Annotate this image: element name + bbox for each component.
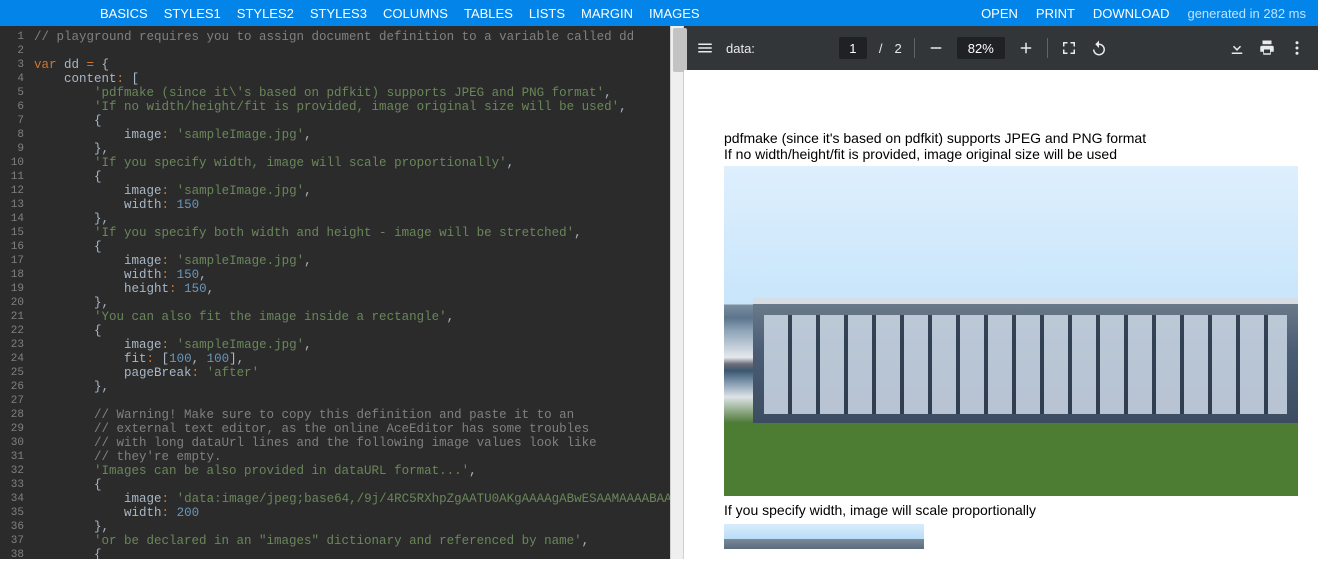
- tab-lists[interactable]: LISTS: [529, 6, 565, 21]
- pdf-text-line: If no width/height/fit is provided, imag…: [724, 146, 1298, 162]
- pdf-preview-pane: data: 1 / 2 82% pdfmake (since it's base…: [684, 26, 1318, 559]
- pdf-image-full: [724, 166, 1298, 496]
- page-current-input[interactable]: 1: [839, 37, 867, 59]
- fit-page-icon[interactable]: [1060, 39, 1078, 57]
- rotate-icon[interactable]: [1090, 39, 1108, 57]
- action-download[interactable]: DOWNLOAD: [1093, 6, 1170, 21]
- zoom-out-icon[interactable]: [927, 39, 945, 57]
- scrollbar-thumb[interactable]: [673, 28, 687, 72]
- pdf-filename: data:: [726, 41, 755, 56]
- code-area[interactable]: // playground requires you to assign doc…: [30, 26, 670, 559]
- line-gutter: 1234567891011121314151617181920212223242…: [0, 26, 30, 559]
- code-editor[interactable]: 1234567891011121314151617181920212223242…: [0, 26, 670, 559]
- pdf-text-line: pdfmake (since it's based on pdfkit) sup…: [724, 130, 1298, 146]
- action-open[interactable]: OPEN: [981, 6, 1018, 21]
- pdf-toolbar: data: 1 / 2 82%: [684, 26, 1318, 70]
- status-text: generated in 282 ms: [1187, 6, 1306, 21]
- page-separator: /: [879, 41, 883, 56]
- tab-tables[interactable]: TABLES: [464, 6, 513, 21]
- menu-icon[interactable]: [696, 39, 714, 57]
- pdf-image-scaled: [724, 524, 924, 549]
- top-nav-bar: BASICS STYLES1 STYLES2 STYLES3 COLUMNS TABLES…: [0, 0, 1318, 26]
- example-tabs: BASICS STYLES1 STYLES2 STYLES3 COLUMNS TABLES…: [0, 6, 700, 21]
- tab-styles3[interactable]: STYLES3: [310, 6, 367, 21]
- editor-scrollbar[interactable]: [670, 26, 684, 559]
- action-print[interactable]: PRINT: [1036, 6, 1075, 21]
- download-icon[interactable]: [1228, 39, 1246, 57]
- pdf-page-content[interactable]: pdfmake (since it's based on pdfkit) sup…: [684, 70, 1318, 559]
- more-icon[interactable]: [1288, 39, 1306, 57]
- print-icon[interactable]: [1258, 39, 1276, 57]
- tab-styles2[interactable]: STYLES2: [237, 6, 294, 21]
- tab-styles1[interactable]: STYLES1: [164, 6, 221, 21]
- tab-columns[interactable]: COLUMNS: [383, 6, 448, 21]
- tab-basics[interactable]: BASICS: [100, 6, 148, 21]
- zoom-level[interactable]: 82%: [957, 37, 1005, 59]
- tab-images[interactable]: IMAGES: [649, 6, 700, 21]
- pdf-text-line: If you specify width, image will scale p…: [724, 502, 1298, 518]
- page-total: 2: [895, 41, 902, 56]
- zoom-in-icon[interactable]: [1017, 39, 1035, 57]
- tab-margin[interactable]: MARGIN: [581, 6, 633, 21]
